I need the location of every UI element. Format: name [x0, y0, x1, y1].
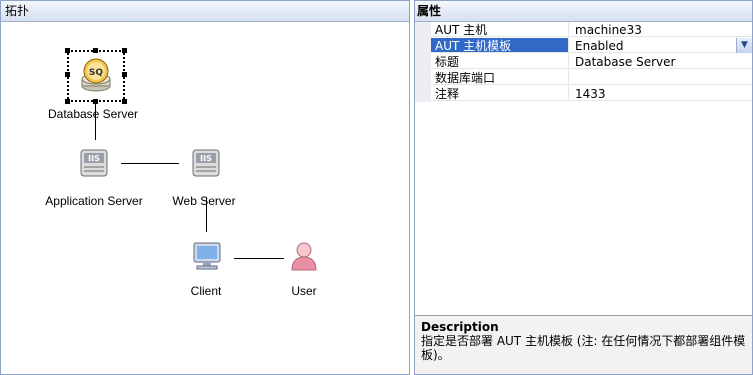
description-box: Description 指定是否部署 AUT 主机模板 (注: 在任何情况下都部… [415, 315, 752, 374]
property-name: AUT 主机 [431, 22, 569, 37]
topology-panel-title: 拓扑 [1, 1, 409, 22]
iis-icon-text: IIS [200, 154, 212, 163]
property-value[interactable]: Database Server [569, 54, 752, 69]
property-value[interactable]: 1433 [569, 86, 752, 101]
row-gutter [415, 22, 431, 38]
resize-handle[interactable] [93, 48, 98, 53]
row-gutter [415, 86, 431, 102]
user-label[interactable]: User [291, 284, 316, 298]
sql-icon-text: SQ [89, 68, 103, 78]
resize-handle[interactable] [65, 48, 70, 53]
property-value[interactable]: machine33 [569, 22, 752, 37]
web-server-label[interactable]: Web Server [172, 194, 235, 208]
iis-server-icon[interactable]: IIS [191, 148, 221, 178]
description-title: Description [421, 320, 499, 334]
property-value-dropdown[interactable]: Enabled ▼ [569, 38, 752, 53]
property-row-title[interactable]: 标题 Database Server [415, 54, 752, 70]
chevron-down-icon[interactable]: ▼ [736, 38, 752, 53]
link-app-web [121, 163, 179, 164]
property-name: 标题 [431, 54, 569, 69]
link-client-user [234, 258, 284, 259]
property-row-aut-host[interactable]: AUT 主机 machine33 [415, 22, 752, 38]
resize-handle[interactable] [122, 48, 127, 53]
row-gutter [415, 54, 431, 70]
property-name: 注释 [431, 86, 569, 101]
property-row-comment[interactable]: 注释 1433 [415, 86, 752, 102]
sql-server-icon[interactable]: SQ [79, 57, 113, 93]
client-label[interactable]: Client [191, 284, 222, 298]
topology-panel: 拓扑 SQ Database Server IIS Application Se… [0, 0, 410, 375]
resize-handle[interactable] [65, 72, 70, 77]
property-grid: AUT 主机 machine33 AUT 主机模板 Enabled ▼ 标题 D… [415, 22, 752, 102]
iis-icon-text: IIS [88, 154, 100, 163]
resize-handle[interactable] [122, 99, 127, 104]
resize-handle[interactable] [65, 99, 70, 104]
properties-panel: 属性 AUT 主机 machine33 AUT 主机模板 Enabled ▼ 标… [414, 0, 753, 375]
dropdown-selected-value: Enabled [575, 39, 624, 53]
property-name: 数据库端口 [431, 70, 569, 85]
property-name: AUT 主机模板 [431, 38, 569, 53]
property-row-db-port[interactable]: 数据库端口 [415, 70, 752, 86]
resize-handle[interactable] [93, 99, 98, 104]
application-server-label[interactable]: Application Server [45, 194, 142, 208]
property-value[interactable] [569, 70, 752, 85]
user-icon[interactable] [288, 240, 320, 272]
client-monitor-icon[interactable] [191, 240, 223, 272]
property-row-aut-host-template[interactable]: AUT 主机模板 Enabled ▼ [415, 38, 752, 54]
properties-panel-title: 属性 [415, 1, 752, 22]
iis-server-icon[interactable]: IIS [79, 148, 109, 178]
row-gutter [415, 70, 431, 86]
row-gutter [415, 38, 431, 54]
database-server-label[interactable]: Database Server [48, 107, 138, 121]
description-text: 指定是否部署 AUT 主机模板 (注: 在任何情况下都部署组件模板)。 [421, 334, 746, 362]
resize-handle[interactable] [122, 72, 127, 77]
topology-canvas[interactable]: SQ Database Server IIS Application Serve… [1, 22, 409, 374]
